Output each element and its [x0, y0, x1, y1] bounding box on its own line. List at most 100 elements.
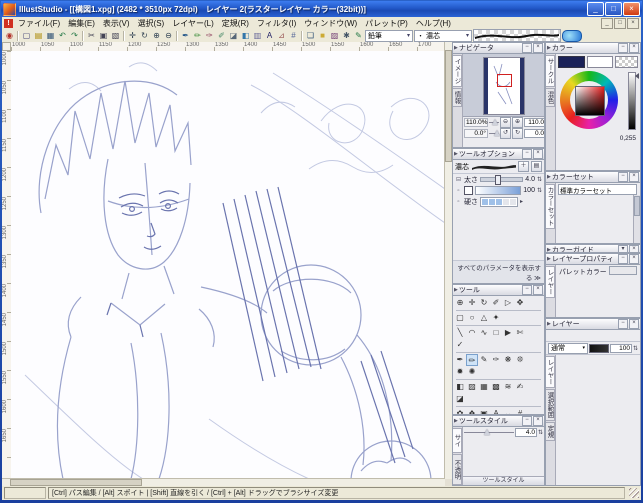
zoom-value-field[interactable]: 110.0: [524, 118, 545, 127]
panel-grip-icon[interactable]: ▶: [547, 321, 551, 327]
material-icon[interactable]: ▨: [329, 30, 340, 41]
panel-close-button[interactable]: ×: [533, 149, 543, 159]
rotate-ccw-button[interactable]: ↺: [500, 128, 511, 139]
object-select-tool-icon[interactable]: ▷: [502, 297, 514, 309]
crayon-tool-icon[interactable]: ✺: [466, 366, 478, 378]
rotation-value-field[interactable]: 0.0: [524, 129, 545, 138]
colorset-preset-dropdown[interactable]: 標準カラーセット: [558, 184, 637, 195]
save-tip-button[interactable]: ＋: [518, 161, 529, 172]
canvas-vertical-scrollbar[interactable]: [444, 42, 452, 479]
option-spinner[interactable]: ⇅: [537, 187, 542, 194]
rect-tool-icon[interactable]: □: [490, 327, 502, 339]
panel-close-button[interactable]: ×: [629, 43, 639, 53]
panel-grip-icon[interactable]: ▶: [454, 151, 458, 157]
marker-tool-icon[interactable]: ✎: [478, 354, 490, 366]
airbrush-icon[interactable]: ✐: [216, 30, 227, 41]
polyline-tool-icon[interactable]: ∿: [478, 327, 490, 339]
foreground-color-swatch[interactable]: [558, 56, 585, 68]
paste-icon[interactable]: ▧: [110, 30, 121, 41]
bucket-icon[interactable]: ◧: [240, 30, 251, 41]
panel-minimize-button[interactable]: −: [522, 416, 532, 426]
eraser-tool-icon[interactable]: ◪: [454, 393, 466, 405]
panel-close-button[interactable]: ×: [533, 416, 543, 426]
menu-item-フィルタ(I)[interactable]: フィルタ(I): [253, 17, 300, 30]
zoom-slider[interactable]: [489, 122, 499, 123]
layer-opacity-value[interactable]: 100: [610, 344, 632, 353]
tip-menu-button[interactable]: ▤: [531, 161, 542, 172]
layer-opacity-slider[interactable]: [589, 344, 609, 353]
line-tool-icon[interactable]: ╲: [454, 327, 466, 339]
navigator-preview[interactable]: [463, 54, 544, 117]
tab-レイヤー[interactable]: レイヤー: [546, 356, 555, 388]
segment-more-icon[interactable]: ▸: [520, 198, 523, 205]
mesh-tool-icon[interactable]: #: [514, 408, 526, 415]
menu-item-編集(E)[interactable]: 編集(E): [64, 17, 99, 30]
layer-opacity-spinner[interactable]: ⇅: [633, 345, 638, 352]
panel-grip-icon[interactable]: ▶: [454, 45, 458, 51]
size-value-field[interactable]: 4.0: [515, 428, 537, 437]
option-slider[interactable]: [480, 177, 523, 182]
grid-icon[interactable]: #: [288, 30, 299, 41]
maximize-button[interactable]: □: [605, 2, 622, 16]
rect-select-tool-icon[interactable]: ▢: [454, 312, 466, 324]
copy-icon[interactable]: ▣: [98, 30, 109, 41]
panel-grip-icon[interactable]: ▶: [454, 287, 458, 293]
mdi-restore-button[interactable]: □: [614, 18, 626, 29]
zoom-in-icon[interactable]: ⊕: [151, 30, 162, 41]
canvas-horizontal-scrollbar[interactable]: [2, 478, 445, 486]
rotation-slider[interactable]: [489, 133, 499, 134]
panel-minimize-button[interactable]: −: [618, 254, 628, 264]
pencil-icon[interactable]: ✏: [192, 30, 203, 41]
panel-close-button[interactable]: ×: [629, 319, 639, 329]
finger-tool-icon[interactable]: ✍: [514, 381, 526, 393]
panel-minimize-button[interactable]: −: [618, 43, 628, 53]
size-spinner[interactable]: ⇅: [538, 429, 543, 436]
cut-icon[interactable]: ✂: [86, 30, 97, 41]
panel-minimize-button[interactable]: −: [522, 149, 532, 159]
tool-style-bottom-bar[interactable]: ツールスタイル: [463, 476, 544, 485]
tip-preset-dropdown[interactable]: ・ 濃芯 ▾: [414, 30, 472, 42]
tab-レイヤー[interactable]: レイヤー: [546, 266, 555, 298]
palette-color-box[interactable]: [609, 266, 637, 275]
menu-item-表示(V)[interactable]: 表示(V): [99, 17, 134, 30]
brush-tool-icon[interactable]: ✑: [490, 354, 502, 366]
minimize-button[interactable]: _: [587, 2, 604, 16]
new-layer-icon[interactable]: ❏: [305, 30, 316, 41]
undo-icon[interactable]: ↶: [57, 30, 68, 41]
blend-mode-dropdown[interactable]: 通常 ▾: [548, 343, 588, 354]
panel-grip-icon[interactable]: ▶: [547, 256, 551, 262]
panel-expand-button[interactable]: ▾: [618, 245, 628, 253]
tone-tool-icon[interactable]: ▦: [478, 381, 490, 393]
selection-launcher-icon[interactable]: ❖: [466, 408, 478, 415]
correction-tool-icon[interactable]: ✓: [454, 339, 466, 351]
zoom-out-button[interactable]: ⊖: [500, 117, 511, 128]
menu-item-レイヤー(L)[interactable]: レイヤー(L): [168, 17, 218, 30]
close-button[interactable]: ×: [623, 2, 640, 16]
move-icon[interactable]: ✛: [127, 30, 138, 41]
brush-icon[interactable]: ✑: [204, 30, 215, 41]
option-swatch[interactable]: [464, 186, 473, 195]
drawing-canvas[interactable]: [11, 51, 445, 479]
tree-expander-icon[interactable]: ⊟: [455, 176, 462, 183]
opacity-gradient-slider[interactable]: [475, 186, 521, 195]
colorset-scrollbar[interactable]: [633, 195, 640, 243]
transparent-color-swatch[interactable]: [615, 56, 638, 68]
size-slider[interactable]: [464, 432, 514, 433]
gradient-icon[interactable]: ▥: [252, 30, 263, 41]
zoom-tool-icon[interactable]: ⊕: [454, 297, 466, 309]
show-all-parameters-link[interactable]: すべてのパラメータを表示する ≫: [453, 260, 544, 283]
tab-イメージ[interactable]: イメージ: [453, 55, 462, 87]
tab-情報[interactable]: 情報: [453, 88, 462, 107]
tab-カラーセット[interactable]: カラーセット: [546, 184, 555, 229]
open-file-icon[interactable]: ▤: [33, 30, 44, 41]
rotate-canvas-tool-icon[interactable]: ↻: [478, 297, 490, 309]
tab-サークル[interactable]: サークル: [546, 55, 555, 87]
pencil-tool-icon[interactable]: ✏: [466, 354, 478, 366]
menu-item-ウィンドウ(W)[interactable]: ウィンドウ(W): [300, 17, 361, 30]
menu-item-選択(S)[interactable]: 選択(S): [134, 17, 169, 30]
bucket-tool-icon[interactable]: ◧: [454, 381, 466, 393]
lasso-tool-icon[interactable]: ○: [466, 312, 478, 324]
zoom-in-button[interactable]: ⊕: [512, 117, 523, 128]
save-icon[interactable]: ▦: [45, 30, 56, 41]
network-pin-icon[interactable]: ◉: [4, 30, 15, 41]
